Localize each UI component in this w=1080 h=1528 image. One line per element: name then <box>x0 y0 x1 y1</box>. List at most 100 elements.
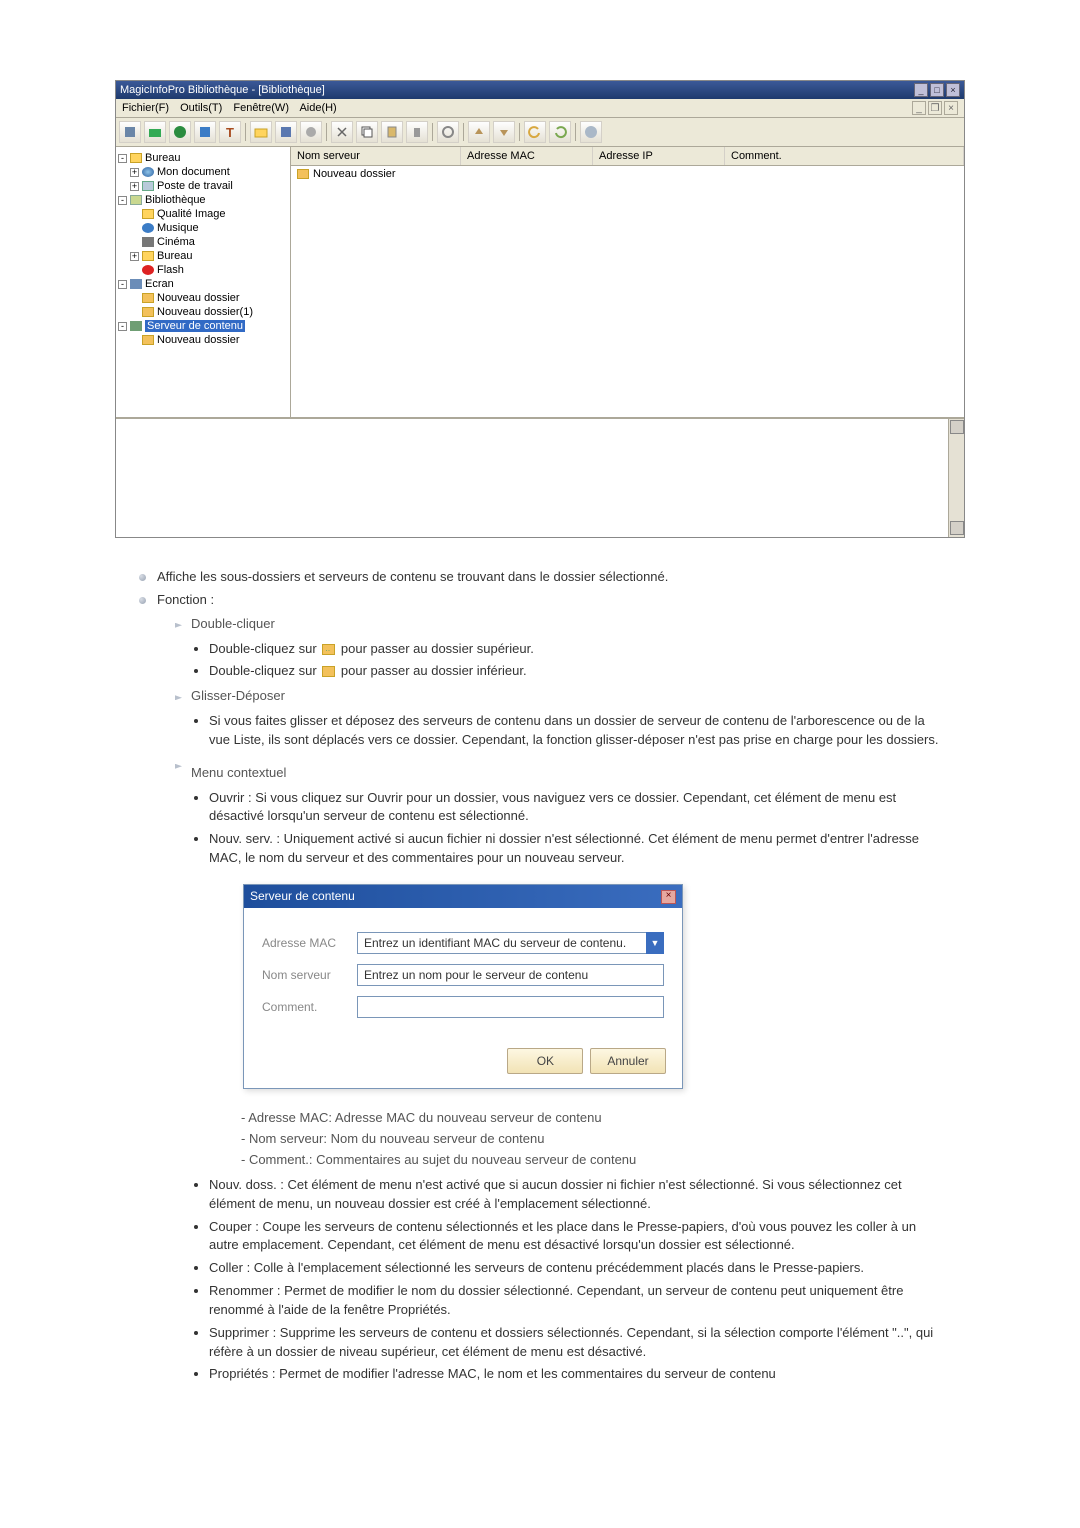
ok-button[interactable]: OK <box>507 1048 583 1074</box>
toolbar-paste-icon[interactable] <box>381 121 403 143</box>
folder-icon <box>297 169 309 179</box>
ctx-couper: Couper : Coupe les serveurs de contenu s… <box>209 1218 945 1256</box>
menu-file[interactable]: Fichier(F) <box>122 102 169 114</box>
drag-desc: Si vous faites glisser et déposez des se… <box>209 712 945 750</box>
servername-input[interactable] <box>357 964 664 986</box>
ctx-nouvserv: Nouv. serv. : Uniquement activé si aucun… <box>209 830 945 868</box>
folder-tree[interactable]: -Bureau +Mon document +Poste de travail … <box>116 147 291 417</box>
ctx-supprimer: Supprimer : Supprime les serveurs de con… <box>209 1324 945 1362</box>
tree-mondoc[interactable]: Mon document <box>157 166 230 178</box>
list-item[interactable]: Nouveau dossier <box>291 166 964 182</box>
col-comment[interactable]: Comment. <box>725 147 964 165</box>
col-name[interactable]: Nom serveur <box>291 147 461 165</box>
dragdrop-section: Glisser-Déposer Si vous faites glisser e… <box>157 687 945 750</box>
child-close[interactable]: × <box>944 101 958 115</box>
toolbar: T <box>116 118 964 147</box>
toolbar-copy-icon[interactable] <box>356 121 378 143</box>
menu-window[interactable]: Fenêtre(W) <box>233 102 289 114</box>
tree-serveur[interactable]: Serveur de contenu <box>145 320 245 332</box>
ctx-renommer: Renommer : Permet de modifier le nom du … <box>209 1282 945 1320</box>
toolbar-up-icon[interactable] <box>468 121 490 143</box>
tree-flash[interactable]: Flash <box>157 264 184 276</box>
menu-bar: Fichier(F) Outils(T) Fenêtre(W) Aide(H) … <box>116 99 964 118</box>
toolbar-undo-icon[interactable] <box>524 121 546 143</box>
close-button[interactable]: × <box>946 83 960 97</box>
mac-input[interactable] <box>357 932 647 954</box>
col-mac[interactable]: Adresse MAC <box>461 147 593 165</box>
child-minimize[interactable]: _ <box>912 101 926 115</box>
child-restore[interactable]: ❐ <box>928 101 942 115</box>
fonction-header: Fonction : Double-cliquer Double-cliquez… <box>135 591 945 1384</box>
name-desc: - Nom serveur: Nom du nouveau serveur de… <box>241 1130 945 1149</box>
screen-icon <box>130 279 142 289</box>
toolbar-icon-1[interactable] <box>119 121 141 143</box>
tree-ecran[interactable]: Ecran <box>145 278 174 290</box>
dblclick-section: Double-cliquer Double-cliquez sur pour p… <box>157 615 945 682</box>
toolbar-redo-icon[interactable] <box>549 121 571 143</box>
contextmenu-section: Menu contextuel Ouvrir : Si vous cliquez… <box>157 756 945 1385</box>
desc-line: Affiche les sous-dossiers et serveurs de… <box>135 568 945 587</box>
newfolder-icon <box>142 307 154 317</box>
server-icon <box>130 321 142 331</box>
toolbar-cut-icon[interactable] <box>331 121 353 143</box>
help-document: Affiche les sous-dossiers et serveurs de… <box>135 568 945 1384</box>
tree-qualite[interactable]: Qualité Image <box>157 208 225 220</box>
toolbar-globe-icon[interactable] <box>169 121 191 143</box>
server-dialog: Serveur de contenu × Adresse MAC ▼ <box>243 884 683 1089</box>
dc-lower: Double-cliquez sur pour passer au dossie… <box>209 662 945 681</box>
folder-icon <box>142 251 154 261</box>
tree-biblio[interactable]: Bibliothèque <box>145 194 206 206</box>
toolbar-text-icon[interactable]: T <box>219 121 241 143</box>
menu-help[interactable]: Aide(H) <box>299 102 336 114</box>
tree-cinema[interactable]: Cinéma <box>157 236 195 248</box>
tree-bureau[interactable]: Bureau <box>145 152 180 164</box>
scroll-down-icon[interactable] <box>950 521 964 535</box>
scroll-up-icon[interactable] <box>950 420 964 434</box>
toolbar-folder-icon[interactable] <box>250 121 272 143</box>
music-icon <box>142 223 154 233</box>
toolbar-gear-icon[interactable] <box>437 121 459 143</box>
dialog-close-button[interactable]: × <box>661 890 676 904</box>
dialog-field-desc: - Adresse MAC: Adresse MAC du nouveau se… <box>191 1109 945 1170</box>
toolbar-save-icon[interactable] <box>275 121 297 143</box>
toolbar-delete-icon[interactable] <box>406 121 428 143</box>
tree-nouvdoss[interactable]: Nouveau dossier <box>157 292 240 304</box>
window-titlebar: MagicInfoPro Bibliothèque - [Bibliothèqu… <box>116 81 964 99</box>
toolbar-info-icon[interactable] <box>580 121 602 143</box>
file-list: Nom serveur Adresse MAC Adresse IP Comme… <box>291 147 964 417</box>
dc-upper: Double-cliquez sur pour passer au dossie… <box>209 640 945 659</box>
toolbar-disk-icon[interactable] <box>300 121 322 143</box>
folder-icon <box>322 666 335 677</box>
tree-poste[interactable]: Poste de travail <box>157 180 233 192</box>
row-name: Nouveau dossier <box>313 168 396 180</box>
cancel-button[interactable]: Annuler <box>590 1048 666 1074</box>
menu-tools[interactable]: Outils(T) <box>180 102 222 114</box>
minimize-button[interactable]: _ <box>914 83 928 97</box>
comment-input[interactable] <box>357 996 664 1018</box>
image-icon <box>142 209 154 219</box>
mac-dropdown-icon[interactable]: ▼ <box>646 932 664 954</box>
tree-nouvdoss1[interactable]: Nouveau dossier(1) <box>157 306 253 318</box>
servername-label: Nom serveur <box>262 967 357 984</box>
toolbar-icon-2[interactable] <box>144 121 166 143</box>
newfolder-icon <box>142 293 154 303</box>
com-desc: - Comment.: Commentaires au sujet du nou… <box>241 1151 945 1170</box>
toolbar-icon-4[interactable] <box>194 121 216 143</box>
app-window: MagicInfoPro Bibliothèque - [Bibliothèqu… <box>115 80 965 538</box>
mac-desc: - Adresse MAC: Adresse MAC du nouveau se… <box>241 1109 945 1128</box>
ctx-nouvdoss: Nouv. doss. : Cet élément de menu n'est … <box>209 1176 945 1214</box>
dialog-titlebar: Serveur de contenu × <box>244 885 682 908</box>
library-icon <box>130 195 142 205</box>
globe-icon <box>142 167 154 177</box>
dialog-title: Serveur de contenu <box>250 888 355 905</box>
ctx-ouvrir: Ouvrir : Si vous cliquez sur Ouvrir pour… <box>209 789 945 827</box>
col-ip[interactable]: Adresse IP <box>593 147 725 165</box>
window-controls: _ □ × <box>914 83 960 97</box>
toolbar-down-icon[interactable] <box>493 121 515 143</box>
tree-musique[interactable]: Musique <box>157 222 199 234</box>
folder-up-icon <box>322 644 335 655</box>
maximize-button[interactable]: □ <box>930 83 944 97</box>
scrollbar[interactable] <box>948 419 964 537</box>
tree-bureau2[interactable]: Bureau <box>157 250 192 262</box>
tree-nouvdoss-srv[interactable]: Nouveau dossier <box>157 334 240 346</box>
